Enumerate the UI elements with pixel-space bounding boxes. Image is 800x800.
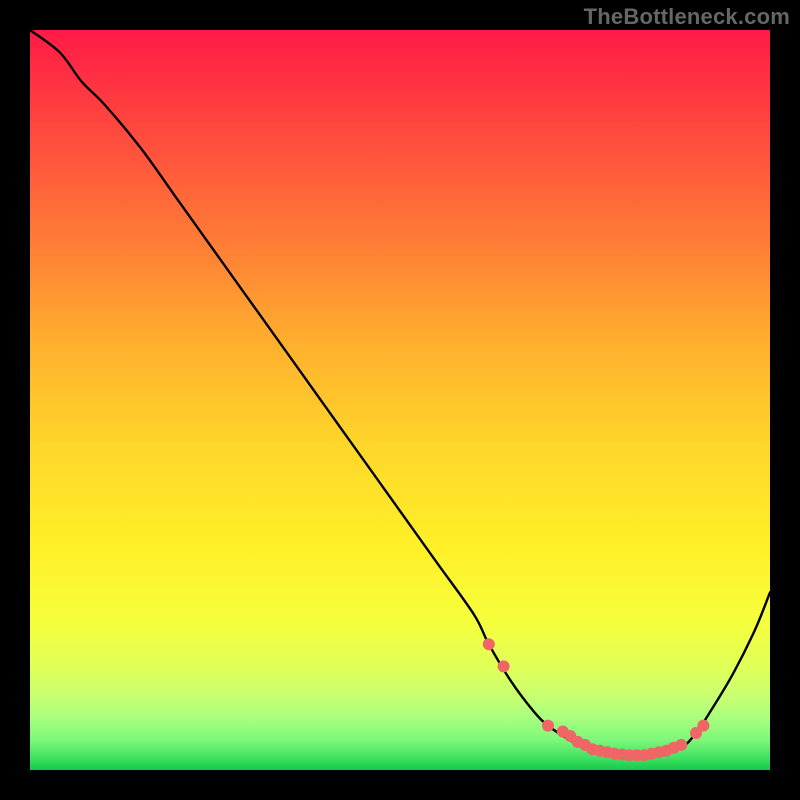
gradient-background (30, 30, 770, 770)
plot-area (30, 30, 770, 770)
marker-dot (483, 638, 495, 650)
marker-dot (542, 720, 554, 732)
marker-dot (498, 660, 510, 672)
chart-svg (30, 30, 770, 770)
chart-container: TheBottleneck.com (0, 0, 800, 800)
watermark-label: TheBottleneck.com (584, 4, 790, 30)
marker-dot (697, 720, 709, 732)
marker-dot (675, 739, 687, 751)
